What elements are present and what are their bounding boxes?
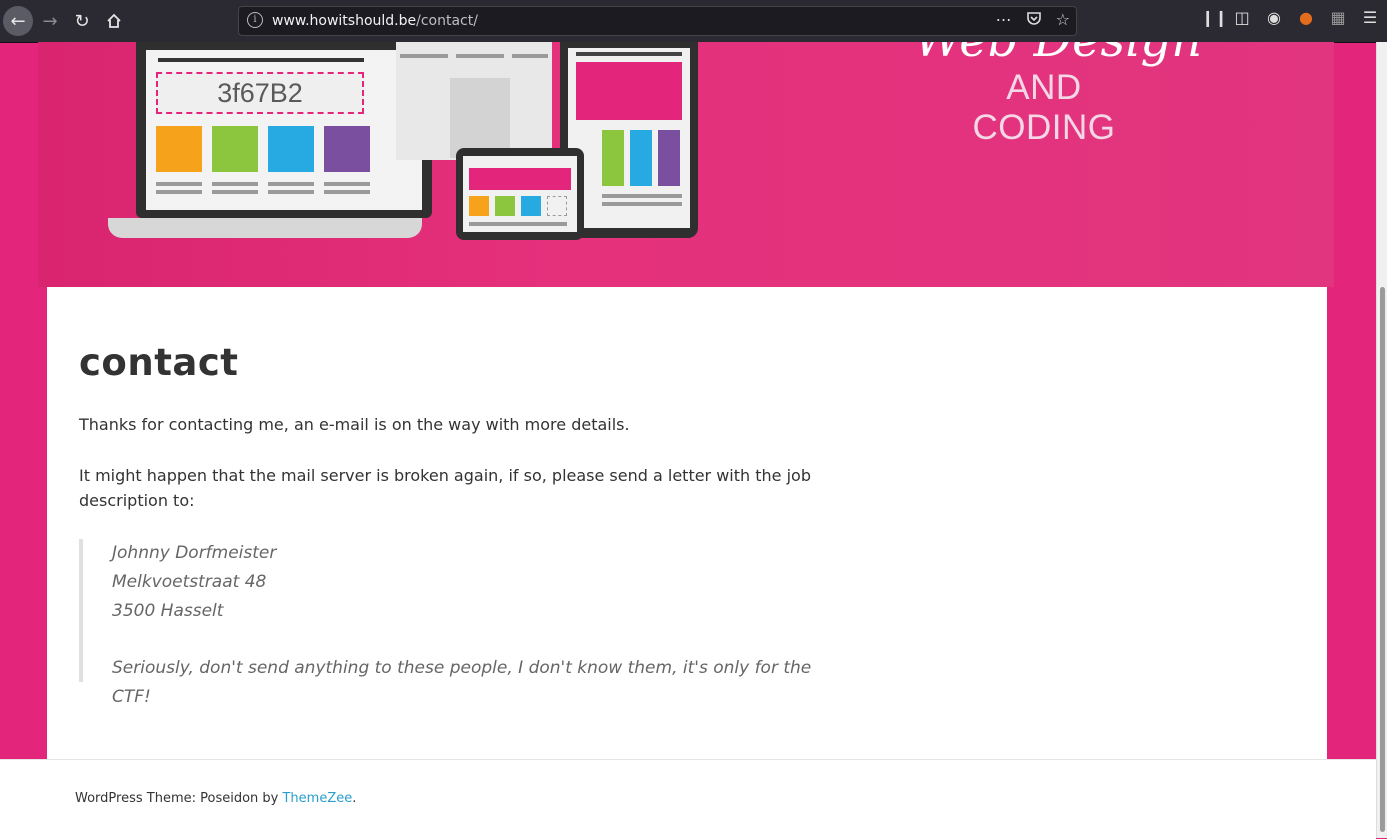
footer-credit: WordPress Theme: Poseidon by ThemeZee.	[75, 791, 356, 806]
sidebar-icon[interactable]: ◫	[1233, 8, 1251, 27]
url-path: /contact/	[416, 13, 478, 29]
phone-illustration	[456, 148, 584, 240]
thanks-paragraph: Thanks for contacting me, an e-mail is o…	[79, 415, 630, 434]
scroll-thumb[interactable]	[1380, 287, 1385, 832]
page-scrollbar[interactable]	[1376, 42, 1387, 838]
more-actions-icon[interactable]: ⋯	[996, 10, 1012, 29]
pocket-icon[interactable]	[1026, 10, 1042, 26]
info-icon[interactable]: i	[247, 12, 263, 28]
arrow-right-icon: →	[42, 10, 58, 32]
extension-puzzle-icon[interactable]: ▦	[1329, 8, 1347, 27]
monitor-illustration	[396, 42, 552, 160]
hex-code-label: 3f67B2	[156, 72, 364, 114]
swatch	[324, 126, 370, 172]
url-text[interactable]: www.howitshould.be/contact/	[272, 13, 478, 29]
home-icon	[107, 13, 121, 28]
hero-banner: 3f67B2 AND CODING	[38, 42, 1334, 287]
page-title: contact	[79, 341, 239, 384]
library-icon[interactable]: ❙❙	[1201, 8, 1228, 27]
arrow-left-icon: ←	[10, 10, 26, 32]
address-bar[interactable]: i www.howitshould.be/contact/ ⋯ ☆	[238, 6, 1077, 36]
account-icon[interactable]: ◉	[1265, 8, 1283, 27]
back-button[interactable]: ←	[3, 6, 33, 36]
hero-script-title: Web Design	[908, 42, 1208, 68]
footer-suffix: .	[352, 791, 357, 806]
forward-button[interactable]: →	[36, 7, 64, 35]
address-street: Melkvoetstraat 48	[112, 572, 267, 592]
hero-tagline: AND CODING	[972, 68, 1116, 147]
reload-icon: ↻	[74, 10, 90, 32]
swatch	[268, 126, 314, 172]
url-host: www.howitshould.be	[272, 13, 417, 29]
browser-toolbar: ← → ↻ i www.howitshould.be/contact/ ⋯ ☆ …	[0, 0, 1387, 43]
url-actions: ⋯ ☆	[996, 10, 1070, 29]
menu-hamburger-icon[interactable]: ☰	[1361, 8, 1379, 27]
content-card: contact Thanks for contacting me, an e-m…	[47, 287, 1327, 759]
address-blockquote: Johnny Dorfmeister Melkvoetstraat 48 350…	[79, 539, 839, 707]
reload-button[interactable]: ↻	[68, 7, 96, 35]
swatch	[156, 126, 202, 172]
address-name: Johnny Dorfmeister	[112, 543, 277, 563]
themezee-link[interactable]: ThemeZee	[282, 791, 352, 806]
extension-fox-icon[interactable]: ●	[1297, 8, 1315, 27]
mail-server-paragraph: It might happen that the mail server is …	[79, 466, 811, 510]
laptop-illustration: 3f67B2	[136, 42, 432, 218]
address-city: 3500 Hasselt	[112, 601, 224, 621]
bookmark-star-icon[interactable]: ☆	[1056, 10, 1070, 29]
site-footer: WordPress Theme: Poseidon by ThemeZee.	[0, 759, 1376, 839]
ctf-note: Seriously, don't send anything to these …	[112, 658, 812, 707]
toolbar-right-icons: ❙❙ ◫ ◉ ● ▦ ☰	[1201, 8, 1379, 27]
home-button[interactable]	[100, 7, 128, 35]
laptop-base	[108, 218, 422, 238]
swatch	[212, 126, 258, 172]
footer-prefix: WordPress Theme: Poseidon by	[75, 791, 283, 806]
